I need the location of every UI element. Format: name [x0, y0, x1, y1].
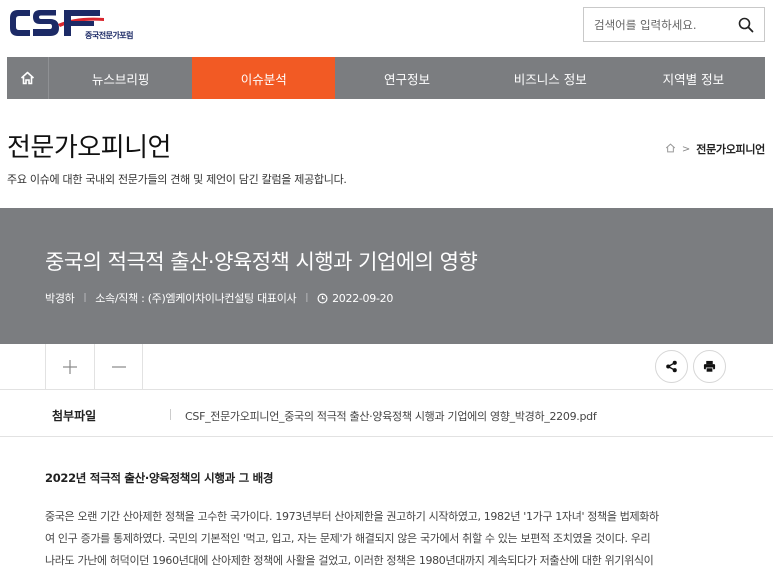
- nav-item-business-info[interactable]: 비즈니스 정보: [479, 57, 622, 99]
- share-icon: [666, 360, 677, 373]
- nav-item-news-briefing[interactable]: 뉴스브리핑: [49, 57, 192, 99]
- article-meta: 박경하 | 소속/직책 : (주)엠케이차이나컨설팅 대표이사 | 2022-0…: [45, 290, 393, 306]
- home-icon: [20, 71, 35, 85]
- main-nav: 뉴스브리핑 이슈분석 연구정보 비즈니스 정보 지역별 정보: [7, 57, 765, 99]
- site-logo[interactable]: 중국전문가포럼: [8, 6, 148, 42]
- article-date: 2022-09-20: [332, 291, 394, 305]
- logo-subtitle: 중국전문가포럼: [85, 31, 134, 40]
- attachment-row: 첨부파일 CSF_전문가오피니언_중국의 적극적 출산·양육정책 시행과 기업에…: [0, 391, 773, 437]
- site-header: 중국전문가포럼: [0, 0, 773, 57]
- page-description: 주요 이슈에 대한 국내외 전문가들의 견해 및 제언이 담긴 칼럼을 제공합니…: [7, 173, 347, 186]
- nav-item-issue-analysis[interactable]: 이슈분석: [192, 57, 336, 99]
- nav-item-research-info[interactable]: 연구정보: [335, 57, 478, 99]
- article-author: 박경하: [45, 292, 75, 305]
- attachment-label: 첨부파일: [52, 409, 97, 423]
- attachment-file-link[interactable]: CSF_전문가오피니언_중국의 적극적 출산·양육정책 시행과 기업에의 영향_…: [185, 408, 597, 424]
- meta-divider: |: [305, 293, 309, 303]
- print-button[interactable]: [693, 350, 726, 383]
- paragraph-line: 나라도 가난에 허덕이던 1960년대에 산아제한 정책에 사활을 걸었고, 이…: [45, 554, 654, 567]
- paragraph-line: 중국은 오랜 기간 산아제한 정책을 고수한 국가이다. 1973년부터 산아제…: [45, 510, 659, 523]
- share-button[interactable]: [655, 350, 688, 383]
- paragraph-line: 여 인구 증가를 통제하였다. 국민의 기본적인 '먹고, 입고, 자는 문제'…: [45, 532, 651, 545]
- home-icon: [665, 143, 675, 152]
- meta-divider: |: [83, 293, 87, 303]
- print-icon: [703, 360, 716, 373]
- attachment-divider: [170, 409, 171, 420]
- chevron-right-icon: >: [681, 143, 691, 155]
- search-icon: [738, 17, 754, 32]
- nav-home-button[interactable]: [7, 57, 49, 99]
- font-increase-button[interactable]: [45, 344, 94, 390]
- plus-icon: [63, 360, 77, 374]
- article-toolbar: [0, 344, 773, 390]
- search-input[interactable]: [584, 8, 729, 41]
- content-heading: 2022년 적극적 출산·양육정책의 시행과 그 배경: [45, 471, 274, 485]
- article-banner: 중국의 적극적 출산·양육정책 시행과 기업에의 영향 박경하 | 소속/직책 …: [0, 208, 773, 344]
- breadcrumb: > 전문가오피니언: [665, 141, 765, 157]
- font-decrease-button[interactable]: [94, 344, 143, 390]
- minus-icon: [111, 366, 126, 368]
- clock-icon: [317, 293, 328, 303]
- nav-item-regional-info[interactable]: 지역별 정보: [622, 57, 765, 99]
- breadcrumb-home[interactable]: [665, 143, 676, 156]
- article-title: 중국의 적극적 출산·양육정책 시행과 기업에의 영향: [45, 250, 478, 274]
- article-affiliation: 소속/직책 : (주)엠케이차이나컨설팅 대표이사: [95, 292, 297, 305]
- breadcrumb-current[interactable]: 전문가오피니언: [696, 141, 765, 157]
- search-button[interactable]: [728, 8, 764, 41]
- page-title: 전문가오피니언: [7, 133, 171, 163]
- search-box: [583, 7, 765, 42]
